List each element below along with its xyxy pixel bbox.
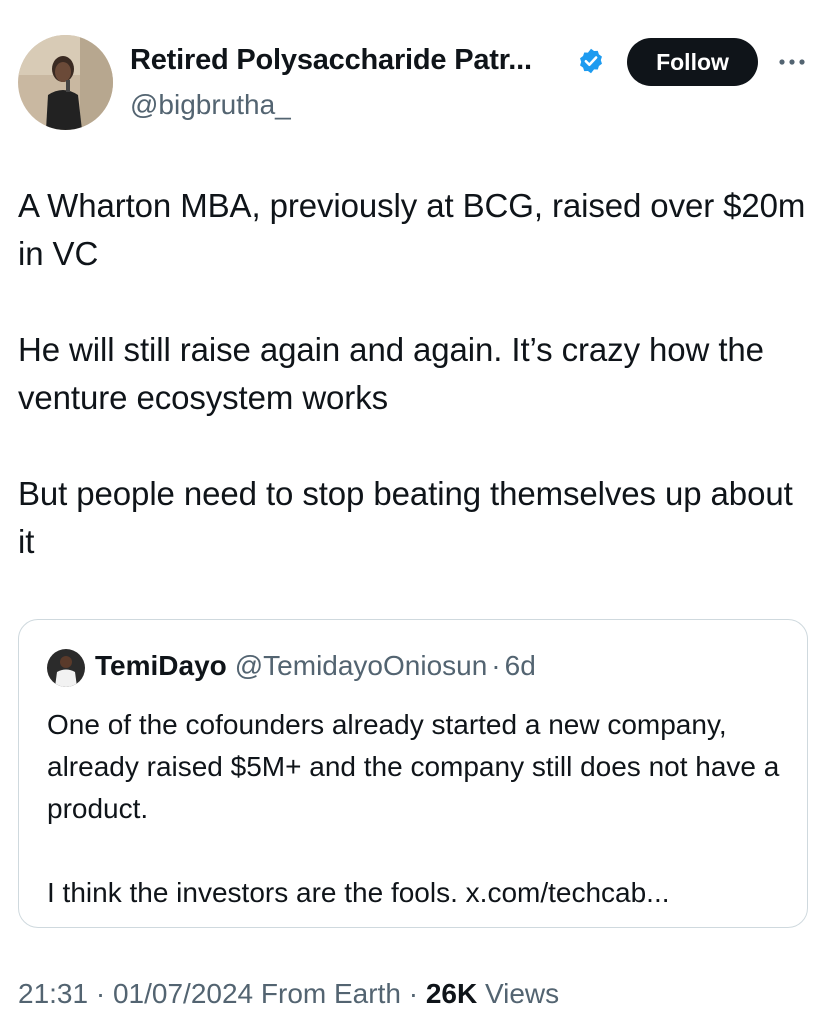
tweet-paragraph: But people need to stop beating themselv…	[18, 475, 793, 560]
quoted-separator: ·	[491, 650, 501, 681]
quoted-paragraph: I think the investors are the fools. x.c…	[47, 877, 670, 908]
quoted-tweet[interactable]: TemiDayo @TemidayoOniosun · 6d One of the c…	[18, 619, 808, 928]
meta-separator: ·	[408, 978, 419, 1009]
tweet-paragraph: He will still raise again and again. It’…	[18, 331, 764, 416]
author-avatar[interactable]	[18, 35, 113, 130]
tweet-time[interactable]: 21:31	[18, 978, 88, 1009]
quoted-text: One of the cofounders already started a …	[47, 704, 787, 914]
more-dots-icon[interactable]	[772, 48, 812, 76]
verified-badge-icon	[580, 48, 602, 74]
quoted-header: TemiDayo @TemidayoOniosun · 6d	[95, 650, 536, 682]
tweet-meta: 21:31 · 01/07/2024 From Earth · 26K View…	[18, 978, 559, 1010]
tweet-location: From Earth	[260, 978, 401, 1009]
quoted-author-avatar[interactable]	[47, 649, 85, 687]
views-label: Views	[484, 978, 560, 1009]
tweet-paragraph: A Wharton MBA, previously at BCG, raised…	[18, 187, 806, 272]
meta-separator: ·	[95, 978, 106, 1009]
quoted-avatar-image	[47, 649, 85, 687]
quoted-handle[interactable]: @TemidayoOniosun	[235, 650, 488, 681]
avatar-image	[18, 35, 113, 130]
views-count[interactable]: 26K	[426, 978, 477, 1009]
tweet-text: A Wharton MBA, previously at BCG, raised…	[18, 182, 813, 566]
quoted-display-name[interactable]: TemiDayo	[95, 650, 227, 681]
author-handle[interactable]: @bigbrutha_	[130, 89, 291, 121]
quoted-timestamp[interactable]: 6d	[505, 650, 536, 681]
author-display-name[interactable]: Retired Polysaccharide Patr...	[130, 44, 532, 77]
tweet-date[interactable]: 01/07/2024	[113, 978, 253, 1009]
quoted-paragraph: One of the cofounders already started a …	[47, 709, 780, 824]
follow-button[interactable]: Follow	[627, 38, 758, 86]
